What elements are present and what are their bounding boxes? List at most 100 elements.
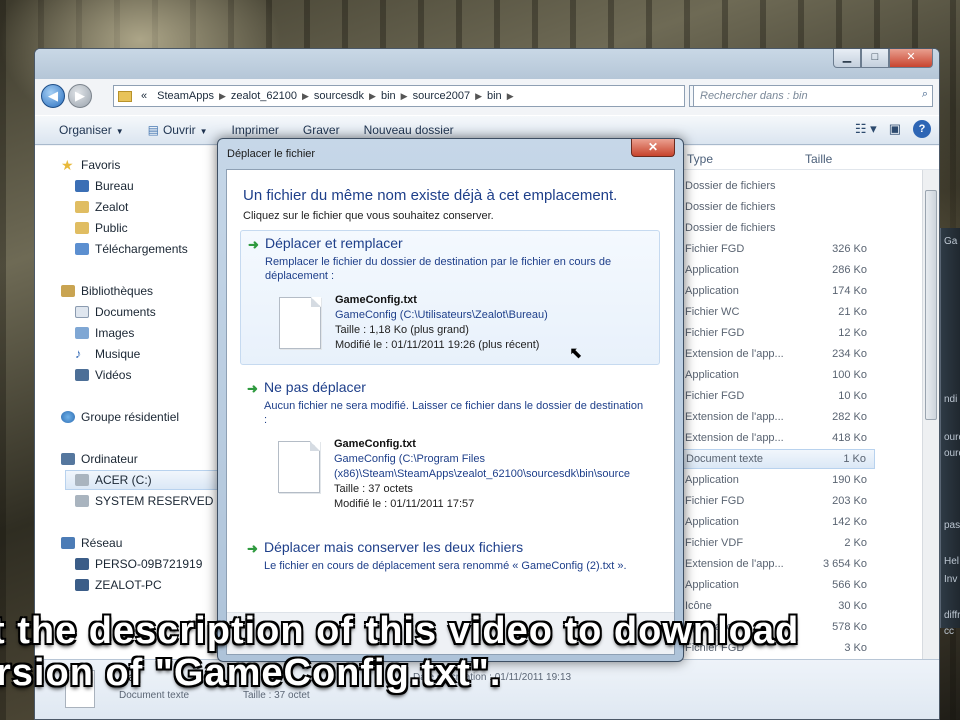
nav-drive-f[interactable]: SYSTEM RESERVED (F:) <box>75 494 235 508</box>
breadcrumb-item[interactable]: bin <box>482 90 507 102</box>
file-size: 12 Ko <box>838 327 867 339</box>
breadcrumb-overflow[interactable]: « <box>136 90 152 102</box>
file-row[interactable]: Application 142 Ko <box>685 512 875 532</box>
preview-pane-icon[interactable]: ▣ <box>889 121 901 137</box>
file-size: 100 Ko <box>832 369 867 381</box>
file-size: 142 Ko <box>832 516 867 528</box>
file-row[interactable]: Fichier VDF 2 Ko <box>685 533 875 553</box>
nav-videos[interactable]: Vidéos <box>75 368 131 382</box>
side-text: ourc <box>944 448 960 459</box>
nav-computer[interactable]: Ordinateur <box>61 452 138 466</box>
close-button[interactable]: ✕ <box>889 49 933 68</box>
nav-label: SYSTEM RESERVED (F:) <box>95 494 236 508</box>
file-row[interactable]: Fichier FGD 326 Ko <box>685 239 875 259</box>
file-row[interactable]: Application 566 Ko <box>685 575 875 595</box>
breadcrumb-item[interactable]: source2007 <box>408 90 476 102</box>
file-row[interactable]: Application 100 Ko <box>685 365 875 385</box>
minimize-button[interactable]: ▁ <box>833 49 861 68</box>
file-row[interactable]: Extension de l'app... 3 654 Ko <box>685 554 875 574</box>
open-button[interactable]: ▤ Ouvrir ▼ <box>136 123 220 137</box>
nav-images[interactable]: Images <box>75 326 134 340</box>
nav-documents[interactable]: Documents <box>75 305 156 319</box>
option-keep-both[interactable]: ➜ Déplacer mais conserver les deux fichi… <box>240 535 660 585</box>
nav-user[interactable]: Zealot <box>75 200 128 214</box>
file-size: 30 Ko <box>838 600 867 612</box>
new-folder-button[interactable]: Nouveau dossier <box>352 123 466 137</box>
nav-public[interactable]: Public <box>75 221 128 235</box>
maximize-button[interactable]: □ <box>861 49 889 68</box>
help-icon[interactable]: ? <box>913 120 931 138</box>
drive-icon <box>75 474 89 486</box>
breadcrumb-separator-icon[interactable]: ▶ <box>302 91 309 102</box>
file-row[interactable]: Fichier FGD 203 Ko <box>685 491 875 511</box>
file-size: Taille : 1,18 Ko (plus grand) <box>335 324 469 336</box>
nav-downloads[interactable]: Téléchargements <box>75 242 188 256</box>
file-row[interactable]: Dossier de fichiers <box>685 197 875 217</box>
forward-button[interactable]: ▶ <box>68 84 92 108</box>
breadcrumb-separator-icon[interactable]: ▶ <box>369 91 376 102</box>
option-move-replace[interactable]: ➜ Déplacer et remplacer Remplacer le fic… <box>240 230 660 365</box>
search-input[interactable]: Rechercher dans : bin ⌕ <box>693 85 933 107</box>
breadcrumb-item[interactable]: bin <box>376 90 401 102</box>
vertical-scrollbar[interactable] <box>922 170 939 659</box>
dialog-close-button[interactable]: ✕ <box>631 139 675 157</box>
nav-drive-c[interactable]: ACER (C:) <box>75 473 152 487</box>
breadcrumb-item[interactable]: zealot_62100 <box>226 90 302 102</box>
address-bar[interactable]: « SteamApps ▶ zealot_62100 ▶ sourcesdk ▶ bi… <box>113 85 685 107</box>
option-do-not-move[interactable]: ➜ Ne pas déplacer Aucun fichier ne sera … <box>240 375 660 510</box>
nav-pc1[interactable]: PERSO-09B721919 <box>75 557 202 571</box>
file-row[interactable]: Document texte 1 Ko <box>681 449 875 469</box>
file-row[interactable]: Extension de l'app... 282 Ko <box>685 407 875 427</box>
nav-desktop[interactable]: Bureau <box>75 179 134 193</box>
file-row[interactable]: Fichier WC 21 Ko <box>685 302 875 322</box>
file-row[interactable]: Fichier FGD 12 Ko <box>685 323 875 343</box>
nav-label: Bibliothèques <box>81 284 154 298</box>
breadcrumb-item[interactable]: SteamApps <box>152 90 219 102</box>
downloads-icon <box>75 243 89 255</box>
file-row[interactable]: Application 174 Ko <box>685 281 875 301</box>
nav-pc2[interactable]: ZEALOT-PC <box>75 578 162 592</box>
file-row[interactable]: Extension de l'app... 234 Ko <box>685 344 875 364</box>
breadcrumb-separator-icon[interactable]: ▶ <box>219 91 226 102</box>
file-row[interactable]: Dossier de fichiers <box>685 176 875 196</box>
file-path-continued: (x86)\Steam\SteamApps\zealot_62100\sourc… <box>334 468 630 480</box>
file-row[interactable]: Application 286 Ko <box>685 260 875 280</box>
option-description: Aucun fichier ne sera modifié. Laisser c… <box>264 400 644 426</box>
breadcrumb-separator-icon[interactable]: ▶ <box>507 91 514 102</box>
nav-homegroup[interactable]: Groupe résidentiel <box>61 410 179 424</box>
print-button[interactable]: Imprimer <box>220 123 291 137</box>
star-icon: ★ <box>61 157 74 173</box>
breadcrumb-item[interactable]: sourcesdk <box>309 90 369 102</box>
scrollbar-thumb[interactable] <box>925 190 937 420</box>
nav-network[interactable]: Réseau <box>61 536 122 550</box>
file-type: Fichier FGD <box>685 495 745 507</box>
user-folder-icon <box>75 201 89 213</box>
file-row[interactable]: Application 190 Ko <box>685 470 875 490</box>
nav-libraries[interactable]: Bibliothèques <box>61 284 153 298</box>
column-size[interactable]: Taille <box>805 152 832 166</box>
breadcrumb-separator-icon[interactable]: ▶ <box>475 91 482 102</box>
dialog-heading: Un fichier du même nom existe déjà à cet… <box>243 187 618 204</box>
mouse-cursor-icon: ⬉ <box>569 345 583 362</box>
burn-button[interactable]: Graver <box>291 123 352 137</box>
column-type[interactable]: Type <box>687 152 713 166</box>
nav-music[interactable]: ♪ Musique <box>75 347 140 361</box>
file-type: Application <box>685 369 739 381</box>
dialog-subheading: Cliquez sur le fichier que vous souhaite… <box>243 210 494 222</box>
explorer-titlebar[interactable]: ▁ □ ✕ <box>35 49 939 79</box>
file-row[interactable]: Extension de l'app... 418 Ko <box>685 428 875 448</box>
file-row[interactable]: Fichier FGD 10 Ko <box>685 386 875 406</box>
file-path: GameConfig (C:\Utilisateurs\Zealot\Burea… <box>335 309 548 321</box>
nav-label: Public <box>95 221 128 235</box>
file-list-header: Type Taille <box>675 146 939 170</box>
breadcrumb-separator-icon[interactable]: ▶ <box>401 91 408 102</box>
organize-button[interactable]: Organiser ▼ <box>35 123 136 137</box>
file-row[interactable]: Dossier de fichiers <box>685 218 875 238</box>
file-type: Extension de l'app... <box>685 432 784 444</box>
side-text: Inv <box>944 574 958 585</box>
dialog-title: Déplacer le fichier <box>227 148 316 160</box>
back-button[interactable]: ◀ <box>41 84 65 108</box>
file-size: 566 Ko <box>832 579 867 591</box>
nav-favorites[interactable]: ★ Favoris <box>61 158 120 172</box>
view-options-icon[interactable]: ☷ ▾ <box>855 121 877 137</box>
